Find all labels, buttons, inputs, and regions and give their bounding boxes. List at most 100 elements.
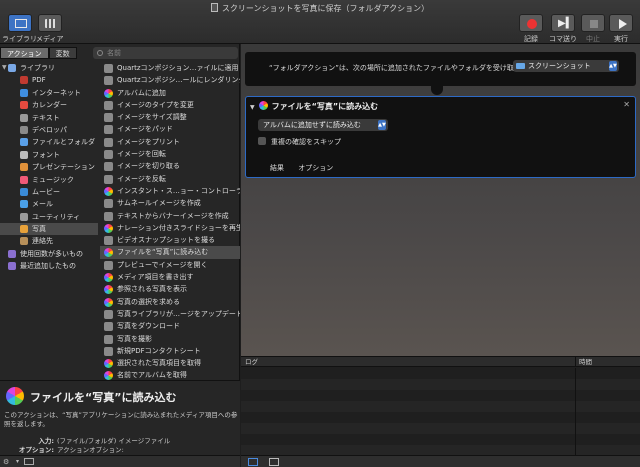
close-icon[interactable]: ✕ <box>623 100 630 109</box>
stop-button[interactable]: 中止 <box>581 14 605 44</box>
record-button[interactable]: 記録 <box>519 14 543 44</box>
category-label: カレンダー <box>32 101 67 110</box>
tab-options[interactable]: オプション <box>298 164 333 172</box>
category-item[interactable]: フォント <box>0 149 98 161</box>
action-item[interactable]: 選択された写真項目を取得 <box>100 357 240 369</box>
photos-icon <box>104 248 113 258</box>
skip-duplicates-checkbox[interactable]: 重複の確認をスキップ <box>258 137 341 147</box>
category-item[interactable]: ▼ ライブラリ <box>0 62 98 74</box>
category-item[interactable]: テキスト <box>0 112 98 124</box>
action-item[interactable]: 写真を撮影 <box>100 333 240 345</box>
folder-select[interactable]: スクリーンショット ▲▼ <box>513 60 619 72</box>
media-button[interactable]: メディア <box>36 14 64 44</box>
action-item[interactable]: イメージをサイズ調整 <box>100 111 240 123</box>
time-column-header[interactable]: 時間 <box>575 357 592 367</box>
action-item[interactable]: メディア項目を書き出す <box>100 271 240 283</box>
category-item[interactable]: ムービー <box>0 186 98 198</box>
disclosure-triangle-icon[interactable]: ▼ <box>250 104 255 111</box>
category-label: ムービー <box>32 187 60 196</box>
category-icon <box>20 163 28 172</box>
category-item[interactable]: 連絡先 <box>0 235 98 247</box>
category-item[interactable]: カレンダー <box>0 99 98 111</box>
action-item[interactable]: イメージを切り取る <box>100 160 240 172</box>
list-view-icon[interactable] <box>248 458 258 466</box>
action-item[interactable]: Quartzコンポジション…ァイルに適用 <box>100 62 240 74</box>
action-item[interactable]: インスタント・ス…ョー・コントローラ <box>100 185 240 197</box>
preview-icon <box>104 150 113 160</box>
checkbox-box[interactable] <box>258 137 266 145</box>
split-view-icon[interactable] <box>269 458 279 466</box>
action-item[interactable]: イメージを反転 <box>100 173 240 185</box>
preview-icon <box>104 125 113 135</box>
category-item[interactable]: ファイルとフォルダ <box>0 136 98 148</box>
category-item[interactable]: ユーティリティ <box>0 211 98 223</box>
run-button[interactable]: 実行 <box>609 14 633 44</box>
action-item[interactable]: イメージをパッド <box>100 123 240 135</box>
action-item[interactable]: 写真ライブラリが…ージをアップデート <box>100 308 240 320</box>
action-item[interactable]: Quartzコンポジシ…ールにレンダリング <box>100 74 240 86</box>
action-item[interactable]: イメージをプリント <box>100 136 240 148</box>
photos-icon <box>104 88 113 98</box>
category-item[interactable]: 使用回数が多いもの <box>0 248 98 260</box>
run-label: 実行 <box>614 35 628 43</box>
log-rows <box>241 368 640 456</box>
action-item[interactable]: イメージのタイプを変更 <box>100 99 240 111</box>
action-label: 写真を撮影 <box>117 334 152 343</box>
category-icon <box>20 138 28 147</box>
category-item[interactable]: 写真 <box>0 223 98 236</box>
action-label: メディア項目を書き出す <box>117 273 194 282</box>
category-icon <box>20 187 28 196</box>
import-option-select[interactable]: アルバムに追加せずに読み込む ▲▼ <box>258 119 388 131</box>
library-button[interactable]: ライブラリ <box>2 14 37 44</box>
category-label: デベロッパ <box>32 125 67 134</box>
category-label: 写真 <box>32 225 46 234</box>
log-column-header[interactable]: ログ <box>245 357 258 367</box>
action-card[interactable]: ▼ ファイルを“写真”に読み込む ✕ アルバムに追加せずに読み込む ▲▼ 重複の確… <box>245 96 636 178</box>
stop-label: 中止 <box>586 35 600 43</box>
disclosure-triangle-icon[interactable]: ▼ <box>2 62 7 74</box>
gear-icon[interactable]: ⚙ <box>3 458 13 466</box>
action-item[interactable]: プレビューでイメージを開く <box>100 259 240 271</box>
tab-actions[interactable]: アクション <box>0 47 49 59</box>
record-icon <box>527 19 537 29</box>
description-toggle-icon[interactable] <box>24 458 34 465</box>
action-item[interactable]: ビデオスナップショットを撮る <box>100 234 240 246</box>
tab-variables[interactable]: 変数 <box>48 47 77 59</box>
play-icon <box>619 19 627 29</box>
action-item[interactable]: サムネールイメージを作成 <box>100 197 240 209</box>
action-item[interactable]: 写真をダウンロード <box>100 320 240 332</box>
category-label: PDF <box>32 76 46 85</box>
category-icon <box>8 262 16 271</box>
action-item[interactable]: ファイルを“写真”に読み込む <box>100 246 240 259</box>
tab-results[interactable]: 結果 <box>270 164 284 172</box>
category-item[interactable]: ミュージック <box>0 174 98 186</box>
action-item[interactable]: アルバムに追加 <box>100 87 240 99</box>
workflow-area: “フォルダアクション”は、次の場所に追加されたファイルやフォルダを受け取る: ス… <box>241 44 640 467</box>
action-label: イメージをパッド <box>117 125 173 134</box>
category-label: インターネット <box>32 88 81 97</box>
search-input[interactable]: 名前 <box>93 47 238 59</box>
category-item[interactable]: 最近追加したもの <box>0 260 98 272</box>
category-item[interactable]: インターネット <box>0 87 98 99</box>
step-label: コマ送り <box>549 35 577 43</box>
preview-icon <box>104 346 113 356</box>
action-item[interactable]: 写真の選択を求める <box>100 296 240 308</box>
action-item[interactable]: 新規PDFコンタクトシート <box>100 345 240 357</box>
library-icon <box>14 19 27 28</box>
action-item[interactable]: イメージを回転 <box>100 148 240 160</box>
category-item[interactable]: デベロッパ <box>0 124 98 136</box>
action-label: ナレーション付きスライドショーを再生 <box>117 223 240 232</box>
category-item[interactable]: プレゼンテーション <box>0 161 98 173</box>
action-item[interactable]: ナレーション付きスライドショーを再生 <box>100 222 240 234</box>
category-item[interactable]: メール <box>0 198 98 210</box>
step-button[interactable]: ▶▍ コマ送り <box>549 14 577 44</box>
category-label: プレゼンテーション <box>32 163 95 172</box>
action-item[interactable]: 参照される写真を表示 <box>100 283 240 295</box>
category-label: 連絡先 <box>32 237 53 246</box>
action-label: イメージのタイプを変更 <box>117 100 194 109</box>
media-icon <box>44 19 57 28</box>
category-label: ミュージック <box>32 175 74 184</box>
category-icon <box>20 200 28 209</box>
action-item[interactable]: テキストからバナーイメージを作成 <box>100 210 240 222</box>
category-item[interactable]: PDF <box>0 74 98 86</box>
